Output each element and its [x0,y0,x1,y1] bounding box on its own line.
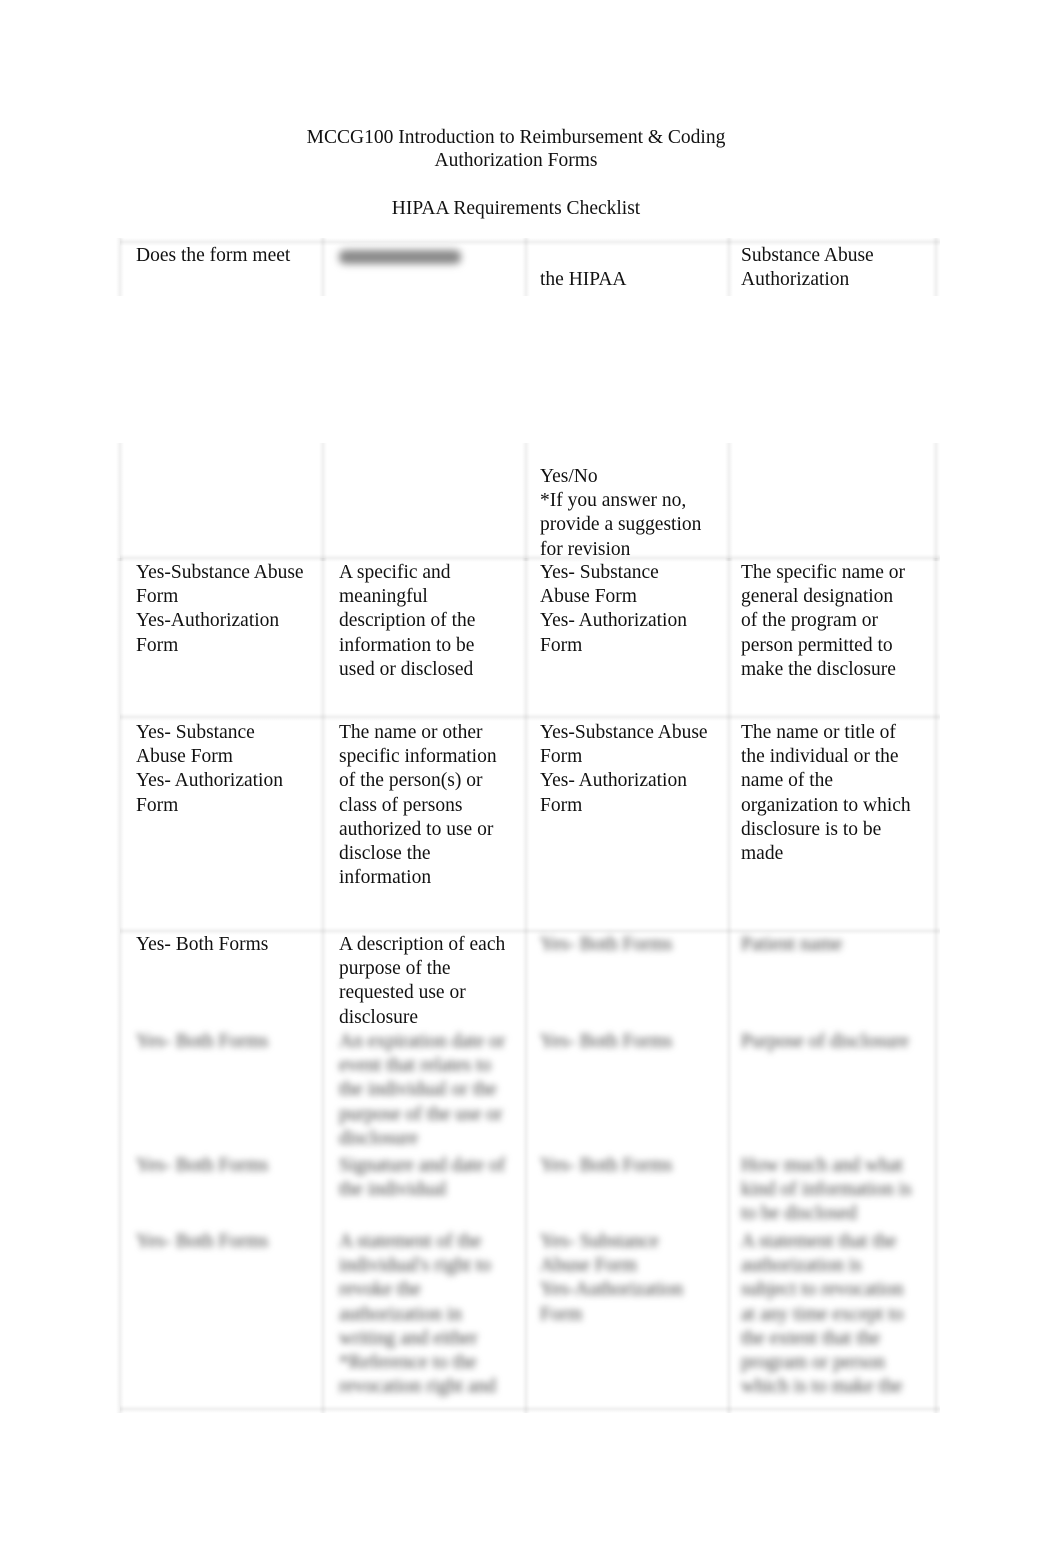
header-cell-substance-abuse-authorization: Substance Abuse Authorization [741,245,874,291]
row-cell-requirement: A specific and meaningful description of… [339,562,476,680]
table-header-top: Does the form meet the HIPAA Substance A… [116,238,940,296]
row-cell-requirement: Purpose of disclosure [741,1031,909,1052]
row-cell-status: Yes- Both Forms [136,1031,269,1052]
row-cell-status: Yes-Substance Abuse Form Yes- Authorizat… [540,722,708,816]
table-row: Yes- Both Forms A description of each pu… [120,927,940,1028]
header-cell-yes-no-instructions: Yes/No *If you answer no, provide a sugg… [540,466,702,560]
row-cell-status: Yes- Substance Abuse Form Yes-Authorizat… [540,1231,684,1325]
row-cell-requirement: A description of each purpose of the req… [339,934,506,1028]
table-row: Yes-Substance Abuse Form Yes-Authorizati… [120,554,940,717]
row-cell-status: Yes- Substance Abuse Form Yes- Authoriza… [136,722,283,816]
row-cell-requirement: An expiration date or event that relates… [339,1031,506,1149]
header-cell-hipaa: the HIPAA [540,269,627,290]
row-cell-requirement: A statement that the authorization is su… [741,1231,904,1398]
course-title: MCCG100 Introduction to Reimbursement & … [306,127,726,148]
row-cell-status: Yes- Substance Abuse Form Yes- Authoriza… [540,562,687,656]
row-cell-requirement: The specific name or general designation… [741,562,906,680]
row-cell-requirement: Patient name [741,934,843,955]
row-cell-status: Yes- Both Forms [540,934,673,955]
header-cell-criteria: Does the form meet [136,245,291,266]
row-cell-status: Yes- Both Forms [136,1155,269,1176]
table-row: Yes- Substance Abuse Form Yes- Authoriza… [120,713,940,931]
table-row: Yes- Both Forms An expiration date or ev… [120,1028,940,1152]
table-row: Yes- Both Forms Signature and date of th… [120,1152,940,1227]
row-cell-status: Yes- Both Forms [540,1031,673,1052]
table-row: Yes- Both Forms A statement of the indiv… [120,1227,940,1405]
row-cell-requirement: A statement of the individual's right to… [339,1231,497,1398]
row-cell-status: Yes- Both Forms [540,1155,673,1176]
row-cell-status: Yes- Both Forms [136,934,269,955]
row-cell-status: Yes-Substance Abuse Form Yes-Authorizati… [136,562,304,656]
document-subtitle: Authorization Forms [434,150,598,171]
row-cell-requirement: How much and what kind of information is… [741,1155,912,1225]
checklist-title: HIPAA Requirements Checklist [391,198,641,219]
row-cell-status: Yes- Both Forms [136,1231,269,1252]
table-header-bottom: Yes/No *If you answer no, provide a sugg… [116,443,940,561]
row-cell-requirement: The name or title of the individual or t… [741,722,911,865]
checklist-table-body: Yes-Substance Abuse Form Yes-Authorizati… [116,554,940,1413]
header-cell-authorization-redacted [323,244,526,292]
row-cell-requirement: Signature and date of the individual [339,1155,506,1201]
row-cell-requirement: The name or other specific information o… [339,722,497,889]
